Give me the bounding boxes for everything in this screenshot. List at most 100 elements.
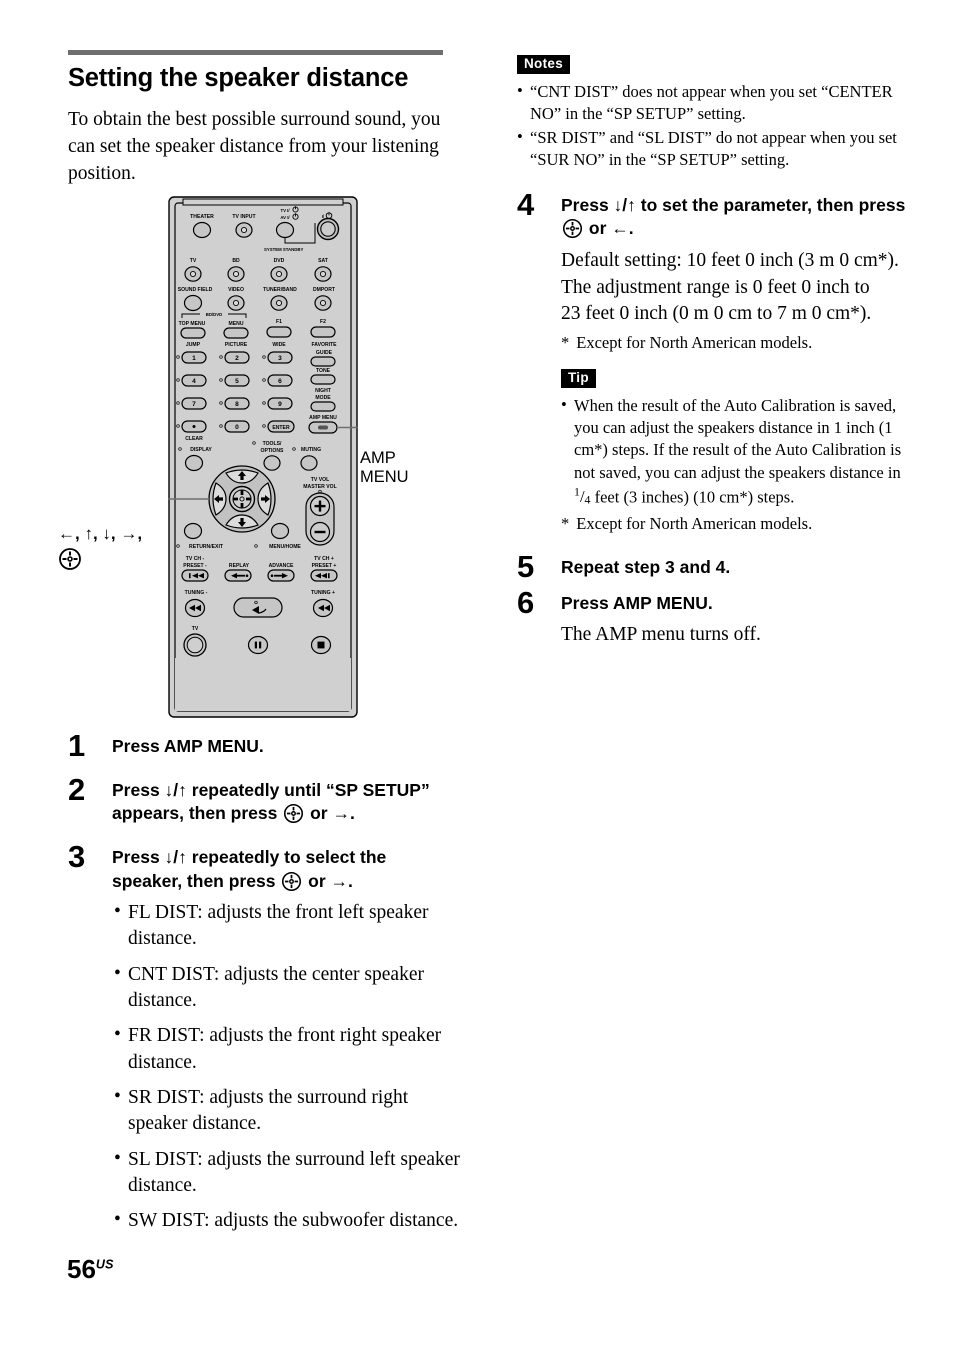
step-1-heading: Press AMP MENU. (112, 736, 264, 756)
step-4-footnote: * Except for North American models. (561, 332, 907, 353)
list-item: SW DIST: adjusts the subwoofer distance. (112, 1207, 460, 1234)
svg-text:RETURN/EXIT: RETURN/EXIT (189, 544, 224, 550)
svg-text:VIDEO: VIDEO (228, 287, 244, 293)
title-rule (68, 50, 443, 55)
step-2: 2 Press ↓/↑ repeatedly until “SP SETUP” … (68, 774, 460, 826)
list-item: “CNT DIST” does not appear when you set … (517, 80, 907, 126)
step-5-heading: Repeat step 3 and 4. (561, 557, 731, 578)
svg-text:ADVANCE: ADVANCE (269, 563, 294, 569)
svg-text:BD: BD (232, 258, 240, 264)
svg-text:REPLAY: REPLAY (229, 563, 250, 569)
svg-text:SYSTEM STANDBY: SYSTEM STANDBY (264, 247, 303, 252)
step-1: 1 Press AMP MENU. (68, 730, 460, 761)
svg-text:TV: TV (192, 626, 199, 632)
list-item: FR DIST: adjusts the front right speaker… (112, 1022, 460, 1076)
tip-footnote-text: Except for North American models. (576, 513, 813, 533)
step-2-text-2: or →. (310, 803, 355, 824)
step-3-number: 3 (68, 838, 86, 874)
svg-text:7: 7 (192, 401, 196, 408)
step-4-footnote-text: Except for North American models. (576, 332, 813, 352)
enter-button-icon (281, 871, 302, 892)
svg-text:TV: TV (190, 258, 197, 264)
svg-text:PRESET -: PRESET - (183, 563, 207, 569)
tip-fraction: 1/4 (574, 484, 591, 507)
svg-text:0: 0 (235, 424, 239, 431)
tip-text-after: feet (3 inches) (10 cm*) steps. (590, 487, 795, 507)
tip-block: Tip When the result of the Auto Calibrat… (561, 369, 907, 534)
page-title: Setting the speaker distance (68, 64, 409, 92)
svg-text:SOUND FIELD: SOUND FIELD (178, 287, 213, 293)
svg-text:PICTURE: PICTURE (225, 342, 248, 348)
svg-text:TOP MENU: TOP MENU (179, 321, 206, 327)
svg-text:GUIDE: GUIDE (316, 350, 333, 356)
tip-text-before: When the result of the Auto Calibration … (574, 395, 902, 482)
step-2-heading: Press ↓/↑ repeatedly until “SP SETUP” ap… (112, 779, 460, 826)
svg-text:MODE: MODE (315, 395, 331, 401)
callout-enter-icon (58, 547, 142, 576)
step-4-body-line-3: 23 feet 0 inch (0 m 0 cm to 7 m 0 cm*). (561, 303, 872, 325)
section-intro: To obtain the best possible surround sou… (68, 109, 441, 184)
step-4-body-line-2: The adjustment range is 0 feet 0 inch to (561, 276, 870, 298)
step-5-number: 5 (517, 549, 535, 585)
svg-text:DVD: DVD (274, 258, 285, 264)
step-4: 4 Press ↓/↑ to set the parameter, then p… (517, 189, 907, 535)
svg-text:TV VOL: TV VOL (311, 477, 329, 483)
tip-footnote-star: * (561, 513, 570, 533)
svg-text:CLEAR: CLEAR (185, 436, 203, 442)
svg-text:SAT: SAT (318, 258, 329, 264)
svg-text:TV CH -: TV CH - (186, 556, 205, 562)
page-number: 56US (67, 1256, 114, 1282)
svg-text:TUNING -: TUNING - (185, 590, 208, 596)
manual-page: Setting the speaker distance To obtain t… (0, 0, 954, 1352)
step-2-text-1: Press ↓/↑ repeatedly until “SP SETUP” ap… (112, 779, 430, 824)
left-steps: 1 Press AMP MENU. 2 Press ↓/↑ repeatedly… (68, 730, 460, 1244)
svg-text:9: 9 (278, 401, 282, 408)
tip-footnote: * Except for North American models. (561, 513, 907, 534)
step-6-heading: Press AMP MENU. (561, 592, 713, 613)
svg-text:TV CH +: TV CH + (314, 556, 334, 562)
speaker-distance-options-list: FL DIST: adjusts the front left speaker … (112, 899, 460, 1234)
step-6-number: 6 (517, 584, 535, 620)
svg-text:JUMP: JUMP (186, 342, 201, 348)
step-3: 3 Press ↓/↑ repeatedly to select the spe… (68, 841, 460, 1235)
enter-button-icon (562, 218, 583, 239)
step-4-text-1: Press ↓/↑ to set the parameter, then pre… (561, 194, 906, 215)
svg-text:4: 4 (192, 378, 196, 385)
notes-block: Notes “CNT DIST” does not appear when yo… (517, 55, 907, 172)
step-4-body: Default setting: 10 feet 0 inch (3 m 0 c… (561, 248, 907, 328)
callout-amp-menu-line1: AMP (360, 449, 396, 467)
callout-amp-menu-line2: MENU (360, 468, 409, 487)
svg-text:F1: F1 (276, 319, 282, 325)
step-3-heading: Press ↓/↑ repeatedly to select the speak… (112, 846, 460, 893)
step-6-body-text: The AMP menu turns off. (561, 624, 761, 646)
svg-text:DISPLAY: DISPLAY (190, 447, 212, 453)
svg-text:TV INPUT: TV INPUT (232, 214, 256, 220)
list-item: “SR DIST” and “SL DIST” do not appear wh… (517, 126, 907, 172)
svg-text:8: 8 (235, 401, 239, 408)
notes-list: “CNT DIST” does not appear when you set … (517, 80, 907, 172)
svg-text:OPTIONS: OPTIONS (261, 448, 285, 454)
step-4-text-2: or ←. (588, 218, 634, 239)
svg-text:FAVORITE: FAVORITE (311, 342, 337, 348)
step-4-footnote-star: * (561, 332, 570, 352)
list-item: CNT DIST: adjusts the center speaker dis… (112, 961, 460, 1015)
step-6: 6 Press AMP MENU. The AMP menu turns off… (517, 587, 907, 649)
svg-text:F2: F2 (320, 319, 326, 325)
page-number-value: 56 (67, 1254, 96, 1284)
step-3-text-2: or →. (308, 870, 353, 891)
svg-text:TUNING +: TUNING + (311, 590, 335, 596)
callout-amp-menu: AMP MENU (360, 449, 409, 488)
svg-text:TUNER/BAND: TUNER/BAND (263, 287, 297, 293)
step-1-number: 1 (68, 728, 86, 763)
step-4-heading: Press ↓/↑ to set the parameter, then pre… (561, 194, 907, 241)
svg-text:PRESET +: PRESET + (312, 563, 337, 569)
right-column: Notes “CNT DIST” does not appear when yo… (517, 55, 907, 649)
svg-text:THEATER: THEATER (190, 214, 214, 220)
svg-text:MUTING: MUTING (301, 447, 321, 453)
tip-list: When the result of the Auto Calibration … (561, 394, 907, 509)
page-region-suffix: US (95, 1257, 114, 1272)
svg-text:NIGHT: NIGHT (315, 388, 332, 394)
tip-badge: Tip (561, 369, 596, 388)
svg-text:AMP MENU: AMP MENU (309, 415, 337, 421)
callout-direction-keys: ←, ↑, ↓, →, (58, 524, 142, 577)
